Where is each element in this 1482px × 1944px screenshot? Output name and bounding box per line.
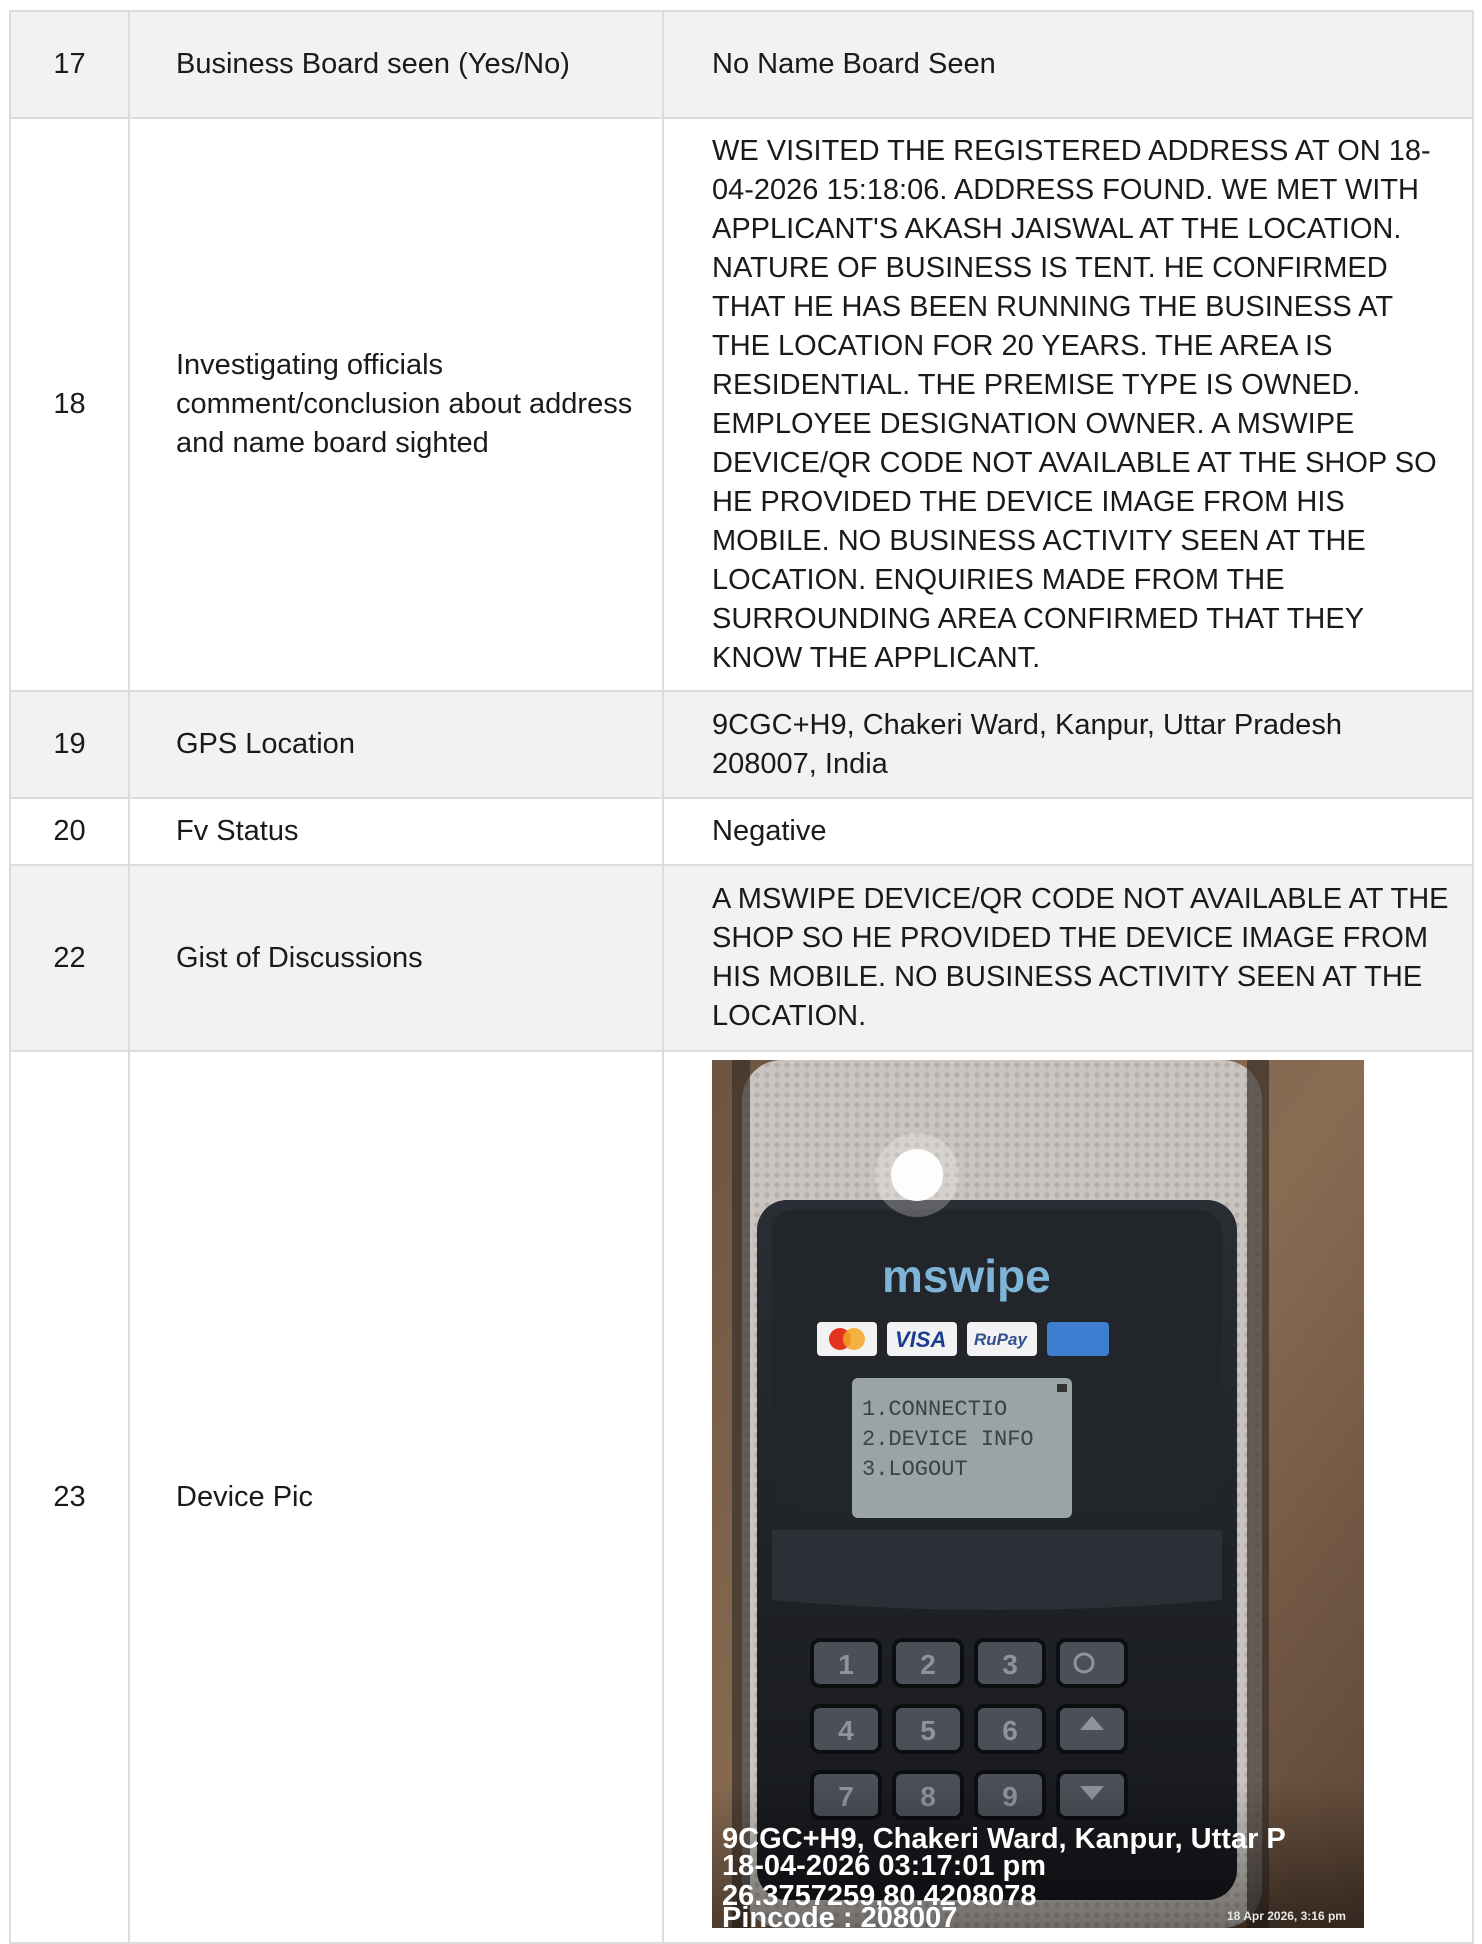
photo-timestamp: 18 Apr 2026, 3:16 pm: [1227, 1909, 1346, 1923]
key-5: 5: [920, 1715, 936, 1746]
row-value: A MSWIPE DEVICE/QR CODE NOT AVAILABLE AT…: [662, 864, 1474, 1052]
visa-logo: VISA: [895, 1327, 946, 1352]
brand-logo: mswipe: [882, 1250, 1051, 1302]
rupay-logo: RuPay: [974, 1330, 1028, 1349]
device-photo: mswipe VISA RuPay 1.CONNECTIO 2.DEVICE I…: [712, 1060, 1364, 1928]
table-row: 19 GPS Location 9CGC+H9, Chakeri Ward, K…: [9, 690, 1474, 799]
row-number: 19: [9, 690, 130, 799]
watermark-pincode: Pincode : 208007: [722, 1902, 957, 1928]
watermark-datetime: 18-04-2026 03:17:01 pm: [722, 1850, 1046, 1882]
row-value: No Name Board Seen: [662, 10, 1474, 119]
row-label: Device Pic: [128, 1050, 664, 1944]
row-value: 9CGC+H9, Chakeri Ward, Kanpur, Uttar Pra…: [662, 690, 1474, 799]
key-3: 3: [1002, 1649, 1018, 1680]
table-row: 23 Device Pic mswipe VISA RuPay 1.CONNEC…: [9, 1050, 1474, 1944]
screen-line-1: 1.CONNECTIO: [862, 1397, 1007, 1422]
row-value: WE VISITED THE REGISTERED ADDRESS AT ON …: [662, 117, 1474, 692]
row-number: 20: [9, 797, 130, 866]
table-row: 17 Business Board seen (Yes/No) No Name …: [9, 10, 1474, 119]
table-row: 18 Investigating officials comment/concl…: [9, 117, 1474, 692]
table-row: 20 Fv Status Negative: [9, 797, 1474, 866]
row-label: GPS Location: [128, 690, 664, 799]
row-value: Negative: [662, 797, 1474, 866]
row-label: Fv Status: [128, 797, 664, 866]
key-2: 2: [920, 1649, 936, 1680]
table-row: 22 Gist of Discussions A MSWIPE DEVICE/Q…: [9, 864, 1474, 1052]
key-1: 1: [838, 1649, 854, 1680]
row-number: 17: [9, 10, 130, 119]
screen-line-3: 3.LOGOUT: [862, 1457, 968, 1482]
report-table: 17 Business Board seen (Yes/No) No Name …: [9, 10, 1474, 1944]
row-value: mswipe VISA RuPay 1.CONNECTIO 2.DEVICE I…: [662, 1050, 1474, 1944]
row-label: Business Board seen (Yes/No): [128, 10, 664, 119]
row-number: 23: [9, 1050, 130, 1944]
screen-line-2: 2.DEVICE INFO: [862, 1427, 1034, 1452]
key-4: 4: [838, 1715, 854, 1746]
row-number: 18: [9, 117, 130, 692]
row-label: Gist of Discussions: [128, 864, 664, 1052]
row-label: Investigating officials comment/conclusi…: [128, 117, 664, 692]
key-6: 6: [1002, 1715, 1018, 1746]
row-number: 22: [9, 864, 130, 1052]
